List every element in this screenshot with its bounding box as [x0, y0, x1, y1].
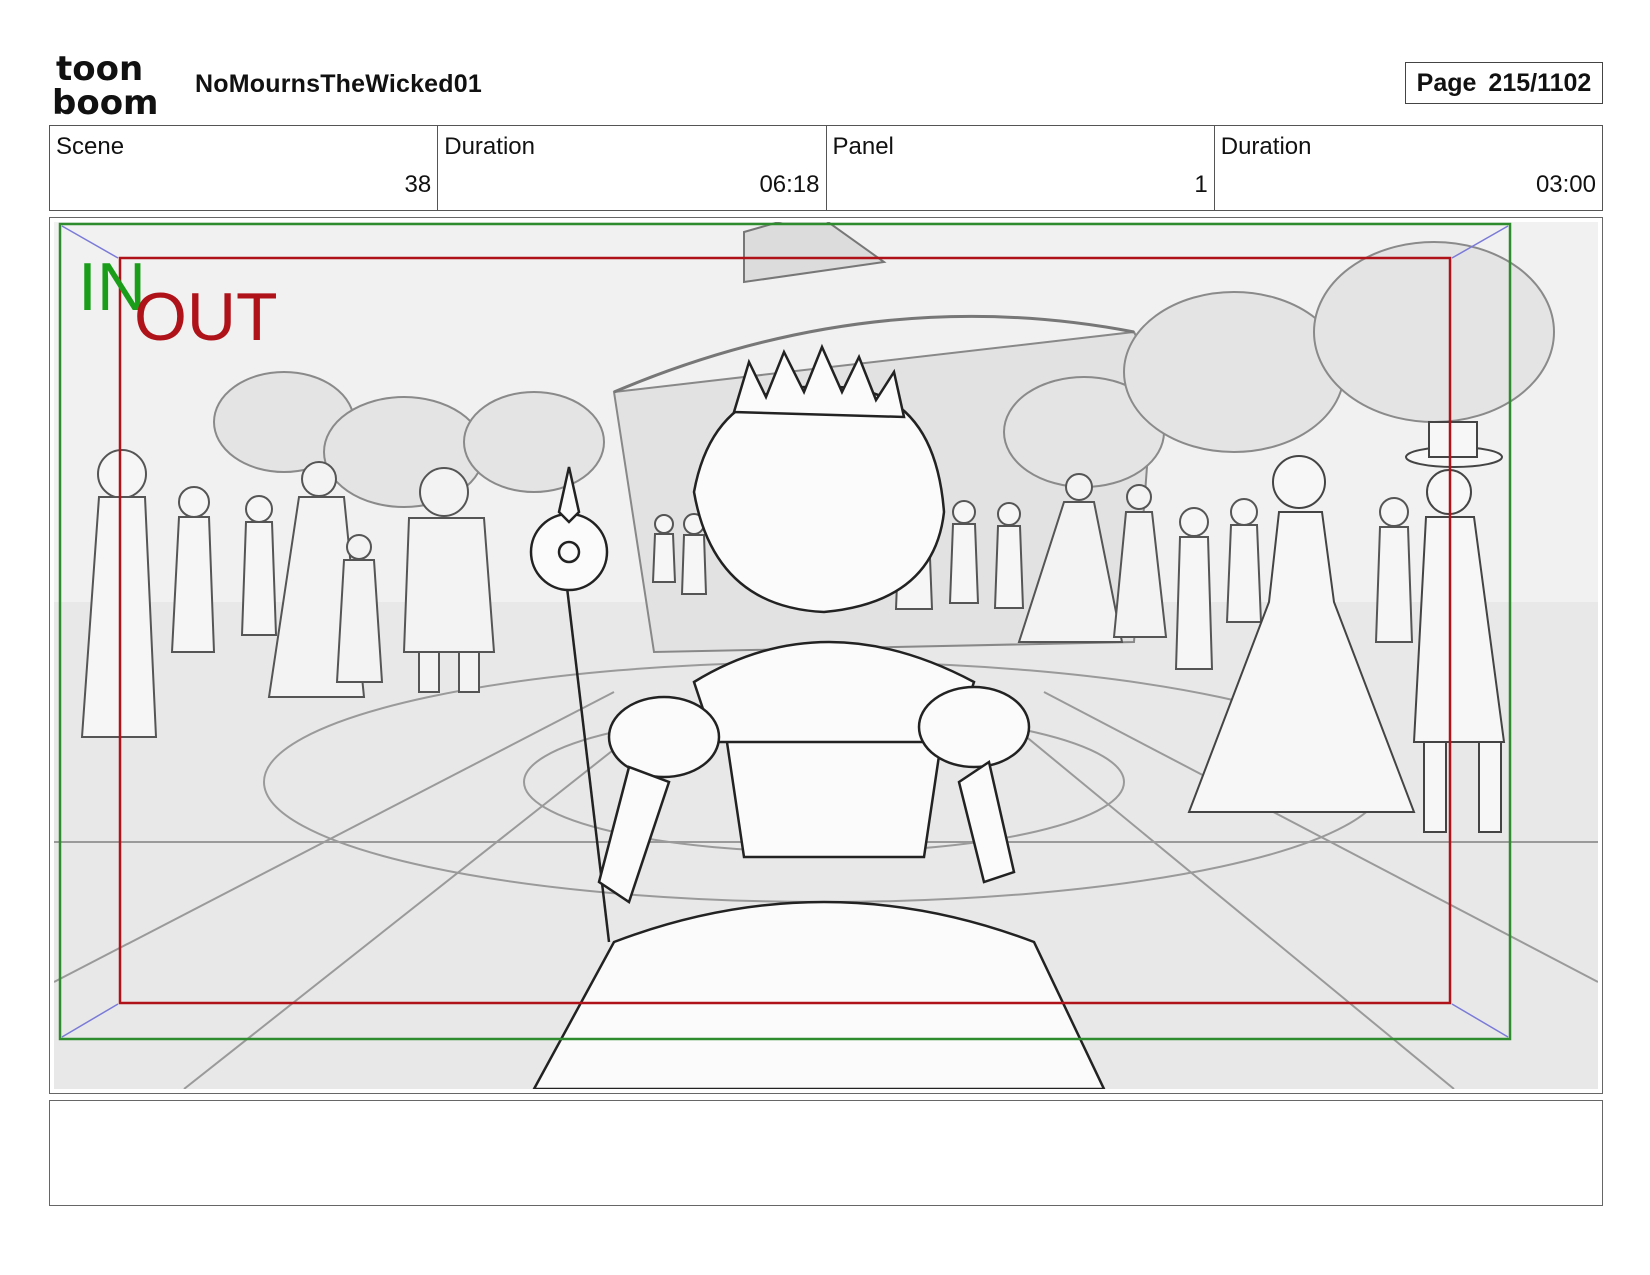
panel-cell: Panel 1	[827, 126, 1215, 210]
panel-duration-value: 03:00	[1535, 171, 1596, 198]
princess-left-sleeve	[607, 695, 721, 779]
toon-boom-logo: toon boom	[52, 52, 158, 118]
page-value: 215/1102	[1488, 68, 1592, 97]
scene-duration-value: 06:18	[759, 171, 820, 198]
panel-value: 1	[1194, 171, 1208, 198]
scene-cell: Scene 38	[50, 126, 439, 210]
scene-info-table: Scene 38 Duration 06:18 Panel 1 Duration…	[49, 125, 1603, 211]
document-title: NoMournsTheWicked01	[195, 70, 482, 98]
scene-duration-cell: Duration 06:18	[438, 126, 827, 210]
panel-notes-box	[49, 1100, 1603, 1206]
logo-text-bottom: boom	[52, 83, 158, 118]
out-label: OUT	[134, 279, 278, 355]
scene-value: 38	[404, 171, 432, 198]
scene-duration-label: Duration	[444, 133, 535, 160]
page-label: Page	[1416, 68, 1477, 97]
panel-sketch: IN OUT	[54, 222, 1598, 1089]
page-indicator: Page 215/1102	[1405, 62, 1603, 104]
panel-duration-label: Duration	[1220, 133, 1312, 160]
panel-duration-cell: Duration 03:00	[1215, 126, 1602, 210]
panel-label: Panel	[832, 133, 894, 160]
princess-right-sleeve	[917, 685, 1031, 769]
scene-label: Scene	[56, 133, 125, 160]
storyboard-panel: IN OUT	[49, 217, 1603, 1094]
